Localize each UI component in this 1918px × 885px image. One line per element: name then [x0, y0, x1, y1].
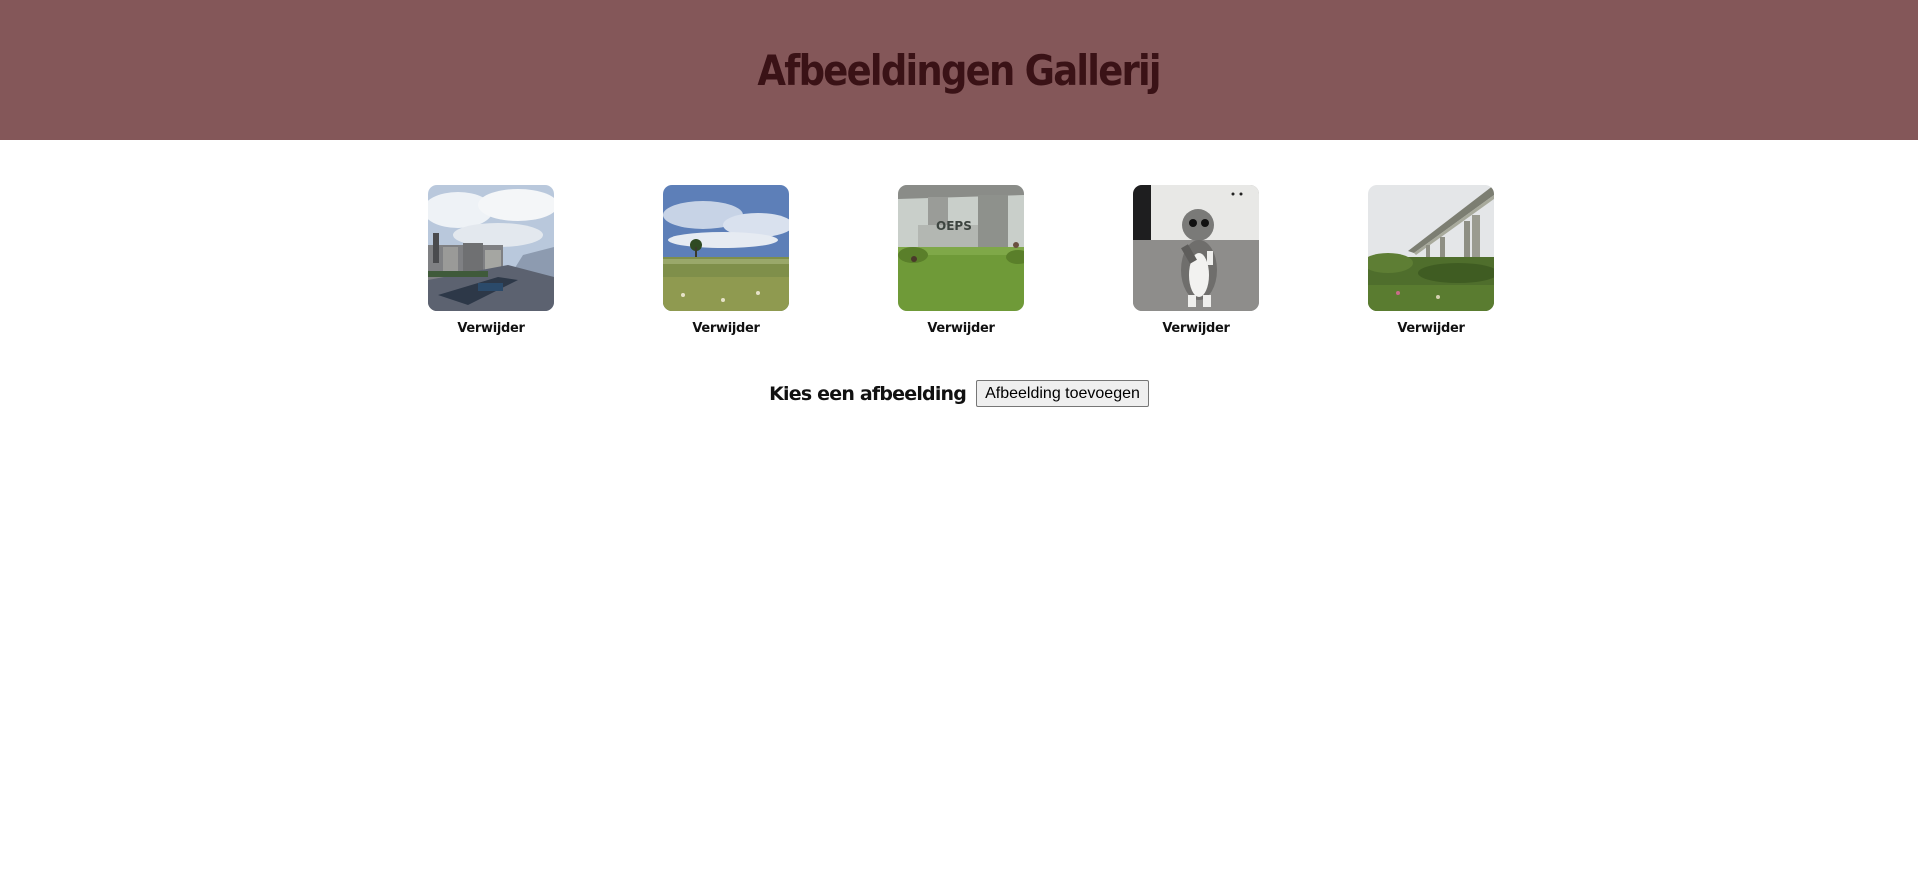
- remove-button[interactable]: Verwijder: [663, 321, 789, 336]
- remove-button[interactable]: Verwijder: [1368, 321, 1494, 336]
- svg-text:OEPS: OEPS: [936, 219, 972, 233]
- gallery-item: Verwijder: [1368, 185, 1494, 336]
- remove-button[interactable]: Verwijder: [428, 321, 554, 336]
- gallery-image: [663, 185, 789, 311]
- gallery-image: [1368, 185, 1494, 311]
- gallery-item: Verwijder: [663, 185, 789, 336]
- file-picker-label[interactable]: Kies een afbeelding: [769, 383, 967, 405]
- gallery-item: Verwijder: [1133, 185, 1259, 336]
- page-header: Afbeeldingen Gallerij: [0, 0, 1918, 140]
- image-gallery: Verwijder Verwijder OEPS Verwijder Verwi…: [0, 185, 1918, 345]
- gallery-item: Verwijder: [428, 185, 554, 336]
- remove-button[interactable]: Verwijder: [1133, 321, 1259, 336]
- add-image-button[interactable]: Afbeelding toevoegen: [976, 380, 1149, 407]
- gallery-image: OEPS: [898, 185, 1024, 311]
- gallery-image: [1133, 185, 1259, 311]
- gallery-image: [428, 185, 554, 311]
- remove-button[interactable]: Verwijder: [898, 321, 1024, 336]
- upload-form: Kies een afbeelding Afbeelding toevoegen: [0, 380, 1918, 407]
- page-title: Afbeeldingen Gallerij: [757, 45, 1162, 95]
- gallery-item: OEPS Verwijder: [898, 185, 1024, 336]
